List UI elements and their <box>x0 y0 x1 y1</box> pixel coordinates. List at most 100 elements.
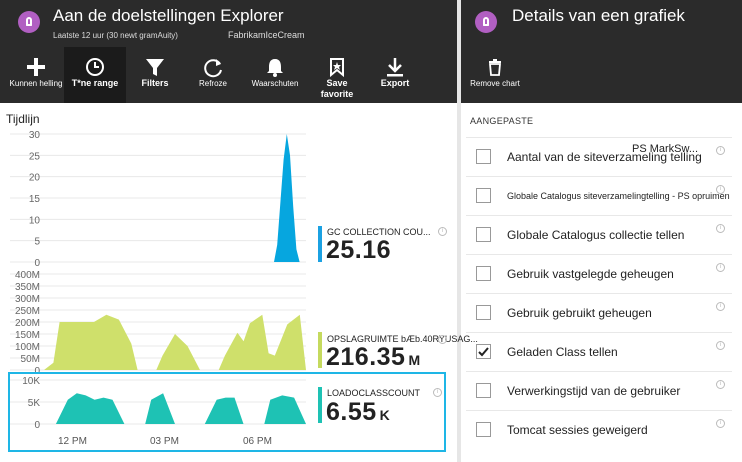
metric-item[interactable]: Globale Catalogus siteverzamelingtelling… <box>466 176 732 215</box>
refresh-label: Refroze <box>198 79 227 88</box>
info-icon[interactable]: i <box>716 146 725 155</box>
alerts-label: Waarschuten <box>251 79 299 88</box>
memory-area <box>44 314 306 370</box>
bell-icon <box>267 59 283 77</box>
add-chart-button[interactable]: Kunnen helling <box>8 47 64 103</box>
save-favorite-label: Save favorite <box>320 78 354 99</box>
y-tick-label: 400M <box>15 270 40 281</box>
checkbox[interactable] <box>476 227 491 242</box>
metric-item[interactable]: Aantal van de siteverzameling telling PS … <box>466 137 732 176</box>
memory-legend-value: 216.35 <box>326 343 406 371</box>
info-icon[interactable]: i <box>438 335 447 344</box>
filters-button[interactable]: Filters <box>128 47 182 103</box>
metric-item[interactable]: Gebruik gebruikt geheugen i <box>466 293 732 332</box>
info-icon[interactable]: i <box>438 227 447 236</box>
y-tick-label: 5 <box>34 237 40 248</box>
add-chart-label: Kunnen helling <box>9 79 63 88</box>
y-tick-label: 30 <box>29 130 41 141</box>
bookmark-icon <box>330 58 344 78</box>
checkbox[interactable] <box>476 305 491 320</box>
y-tick-label: 10 <box>29 215 41 226</box>
blade-title: Aan de doelstellingen Explorer <box>53 6 284 25</box>
checkbox[interactable] <box>476 383 491 398</box>
memory-legend-unit: M <box>408 352 421 368</box>
y-tick-label: 300M <box>15 294 40 305</box>
timeline-label: Tijdlijn <box>6 112 40 126</box>
metric-item[interactable]: Gebruik vastgelegde geheugen i <box>466 254 732 293</box>
remove-chart-label: Remove chart <box>470 79 520 88</box>
app-insights-bulb-icon <box>475 11 497 33</box>
info-icon[interactable]: i <box>716 224 725 233</box>
x-tick-12pm: 12 PM <box>58 436 87 447</box>
metric-item-overlay-text: PS MarkSw... <box>632 143 699 155</box>
export-button[interactable]: Export <box>368 47 422 103</box>
y-tick-label: 200M <box>15 318 40 329</box>
info-icon[interactable]: i <box>716 185 725 194</box>
class-legend-unit: K <box>379 407 391 423</box>
plus-icon <box>27 58 45 76</box>
refresh-icon <box>204 59 222 78</box>
memory-legend-value-row: 216.35 M <box>326 343 421 372</box>
class-legend-value-row: 6.55 K <box>326 398 390 427</box>
info-icon[interactable]: i <box>716 302 725 311</box>
y-tick-label: 350M <box>15 282 40 293</box>
metric-item[interactable]: Globale Catalogus collectie tellen i <box>466 215 732 254</box>
alerts-button[interactable]: Waarschuten <box>244 47 306 103</box>
time-range-label: T*ne range <box>71 78 119 88</box>
checkbox[interactable] <box>476 188 491 203</box>
info-icon[interactable]: i <box>716 419 725 428</box>
y-tick-label: 50M <box>21 354 40 365</box>
metric-item-label: Geladen Class tellen <box>507 345 618 359</box>
y-tick-label: 0 <box>34 420 40 431</box>
app-insights-bulb-icon <box>18 11 40 33</box>
checkbox[interactable] <box>476 422 491 437</box>
metric-item[interactable]: Geladen Class tellen i <box>466 332 732 371</box>
app-name-subtitle: FabrikamIceCream <box>228 30 305 40</box>
filter-icon <box>146 59 164 76</box>
section-label: AANGEPASTE <box>470 116 534 126</box>
metric-item[interactable]: Tomcat sessies geweigerd i <box>466 410 732 449</box>
class-count-area <box>44 393 306 424</box>
info-icon[interactable]: i <box>716 380 725 389</box>
y-tick-label: 150M <box>15 330 40 341</box>
checkbox[interactable] <box>476 266 491 281</box>
metric-item-label: Tomcat sessies geweigerd <box>507 423 648 437</box>
class-legend-name: LOADOCLASSCOUNT <box>327 388 421 398</box>
checkbox[interactable] <box>476 149 491 164</box>
blade-divider <box>457 0 461 462</box>
x-tick-06pm: 06 PM <box>243 436 272 447</box>
time-range-subtitle: Laatste 12 uur (30 newt gramAuity) <box>53 31 178 40</box>
refresh-button[interactable]: Refroze <box>186 47 240 103</box>
y-tick-label: 15 <box>29 194 41 205</box>
checkbox-checked[interactable] <box>476 344 491 359</box>
x-tick-03pm: 03 PM <box>150 436 179 447</box>
gc-legend-value: 25.16 <box>326 236 392 264</box>
metric-item-label: Globale Catalogus collectie tellen <box>507 228 685 242</box>
filters-label: Filters <box>141 78 169 88</box>
y-tick-label: 0 <box>34 258 40 268</box>
y-tick-label: 10K <box>22 376 40 387</box>
remove-chart-button[interactable]: Remove chart <box>466 47 524 103</box>
save-favorite-button[interactable]: Save favorite <box>310 47 364 103</box>
metric-item-label: Verwerkingstijd van de gebruiker <box>507 384 681 398</box>
info-icon[interactable]: i <box>716 263 725 272</box>
info-icon[interactable]: i <box>716 341 725 350</box>
details-title: Details van een grafiek <box>512 6 685 25</box>
memory-legend-color-bar <box>318 332 322 368</box>
class-legend-value: 6.55 <box>326 398 377 426</box>
metric-item[interactable]: Verwerkingstijd van de gebruiker i <box>466 371 732 410</box>
download-icon <box>387 58 403 77</box>
clock-icon <box>86 58 104 76</box>
class-legend-color-bar <box>318 387 322 423</box>
y-tick-label: 5K <box>28 398 41 409</box>
gc-legend-color-bar <box>318 226 322 262</box>
y-tick-label: 25 <box>29 151 41 162</box>
y-tick-label: 100M <box>15 342 40 353</box>
y-tick-label: 250M <box>15 306 40 317</box>
time-range-button[interactable]: T*ne range <box>64 47 126 103</box>
trash-icon <box>489 59 501 76</box>
metric-item-label: Gebruik vastgelegde geheugen <box>507 267 674 281</box>
metric-item-label: Globale Catalogus siteverzamelingtelling… <box>507 191 730 201</box>
metric-item-label: Gebruik gebruikt geheugen <box>507 306 652 320</box>
info-icon[interactable]: i <box>433 388 442 397</box>
